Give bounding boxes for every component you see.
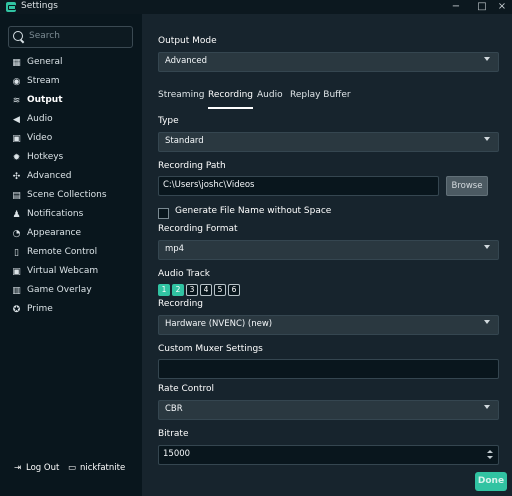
chat-icon: ▭	[68, 463, 77, 473]
custom-muxer-label: Custom Muxer Settings	[158, 344, 263, 354]
recording-path-input[interactable]: C:\Users\joshc\Videos	[158, 176, 439, 196]
generate-file-name-label: Generate File Name without Space	[175, 206, 332, 216]
custom-muxer-input[interactable]	[158, 359, 499, 379]
sidebar-item-game-overlay[interactable]: ▥ Game Overlay	[12, 284, 132, 300]
sidebar-item-output[interactable]: ≋ Output	[12, 94, 132, 110]
generate-file-name-checkbox[interactable]	[158, 208, 169, 219]
webcam-icon: ▣	[12, 267, 21, 277]
rate-control-label: Rate Control	[158, 384, 215, 394]
video-camera-icon: ▣	[12, 134, 21, 144]
bitrate-input[interactable]: 15000	[158, 445, 499, 465]
user-link[interactable]: ▭ nickfatnite	[68, 463, 125, 473]
chevron-down-icon	[484, 320, 490, 324]
sidebar-item-video[interactable]: ▣ Video	[12, 132, 132, 148]
type-label: Type	[158, 116, 179, 126]
audio-track-3[interactable]: 3	[186, 284, 198, 296]
chevron-down-icon	[484, 137, 490, 141]
chevron-down-icon	[484, 405, 490, 409]
output-tabs: Streaming Recording Audio Replay Buffer	[158, 90, 488, 112]
logout-link[interactable]: ⇥ Log Out	[14, 463, 59, 473]
cogs-icon: ✣	[12, 172, 21, 182]
sidebar-item-hotkeys[interactable]: ✹ Hotkeys	[12, 151, 132, 167]
done-button[interactable]: Done	[475, 472, 507, 491]
palette-icon: ◔	[12, 229, 21, 239]
app-logo-icon	[6, 2, 16, 12]
audio-track-1[interactable]: 1	[158, 284, 170, 296]
settings-main-panel: Output Mode Advanced Streaming Recording…	[143, 14, 512, 496]
bitrate-label: Bitrate	[158, 429, 189, 439]
window-title: Settings	[21, 1, 58, 11]
sidebar-item-remote-control[interactable]: ▯ Remote Control	[12, 246, 132, 262]
grid-icon: ▦	[12, 58, 21, 68]
account-links: ⇥ Log Out ▭ nickfatnite	[14, 463, 142, 481]
bell-icon: ♟	[12, 210, 21, 220]
overlay-icon: ▥	[12, 286, 21, 296]
audio-track-4[interactable]: 4	[200, 284, 212, 296]
title-bar: Settings − □ ×	[0, 0, 512, 14]
audio-track-6[interactable]: 6	[228, 284, 240, 296]
recording-format-label: Recording Format	[158, 224, 238, 234]
chevron-down-icon	[484, 245, 490, 249]
sidebar-item-prime[interactable]: ✪ Prime	[12, 303, 132, 319]
settings-sidebar: Search ▦ General ◉ Stream ≋ Output ◀ Audio ▣…	[0, 14, 143, 496]
sidebar-item-general[interactable]: ▦ General	[12, 56, 132, 72]
gear-icon: ✹	[12, 153, 21, 163]
globe-icon: ◉	[12, 77, 21, 87]
prime-icon: ✪	[12, 305, 21, 315]
audio-track-5[interactable]: 5	[214, 284, 226, 296]
recording-format-select[interactable]: mp4	[158, 240, 499, 260]
output-mode-select[interactable]: Advanced	[158, 52, 499, 72]
tab-audio[interactable]: Audio	[257, 90, 283, 100]
layers-icon: ≋	[12, 96, 21, 106]
audio-track-2[interactable]: 2	[172, 284, 184, 296]
spin-down-icon[interactable]	[487, 456, 493, 459]
rate-control-select[interactable]: CBR	[158, 400, 499, 420]
search-icon	[13, 31, 23, 41]
recording-encoder-select[interactable]: Hardware (NVENC) (new)	[158, 315, 499, 335]
sidebar-item-audio[interactable]: ◀ Audio	[12, 113, 132, 129]
audio-track-label: Audio Track	[158, 269, 210, 279]
sidebar-item-virtual-webcam[interactable]: ▣ Virtual Webcam	[12, 265, 132, 281]
restore-button[interactable]: □	[472, 0, 492, 14]
logout-icon: ⇥	[14, 463, 22, 473]
sidebar-item-stream[interactable]: ◉ Stream	[12, 75, 132, 91]
type-select[interactable]: Standard	[158, 132, 499, 152]
recording-encoder-label: Recording	[158, 299, 204, 309]
close-button[interactable]: ×	[492, 0, 512, 14]
search-input[interactable]: Search	[29, 31, 60, 41]
tab-streaming[interactable]: Streaming	[158, 90, 204, 100]
spin-up-icon[interactable]	[487, 450, 493, 453]
tab-replay-buffer[interactable]: Replay Buffer	[290, 90, 351, 100]
minimize-button[interactable]: −	[446, 0, 466, 14]
speaker-icon: ◀	[13, 115, 20, 125]
chevron-down-icon	[484, 57, 490, 61]
sidebar-item-scene-collections[interactable]: ▤ Scene Collections	[12, 189, 132, 205]
output-mode-label: Output Mode	[158, 36, 217, 46]
search-box[interactable]: Search	[8, 26, 133, 48]
collections-icon: ▤	[12, 191, 21, 201]
sidebar-item-advanced[interactable]: ✣ Advanced	[12, 170, 132, 186]
remote-icon: ▯	[14, 248, 19, 258]
tab-recording[interactable]: Recording	[208, 90, 254, 109]
browse-button[interactable]: Browse	[446, 176, 488, 196]
sidebar-item-appearance[interactable]: ◔ Appearance	[12, 227, 132, 243]
recording-path-label: Recording Path	[158, 161, 226, 171]
sidebar-item-notifications[interactable]: ♟ Notifications	[12, 208, 132, 224]
